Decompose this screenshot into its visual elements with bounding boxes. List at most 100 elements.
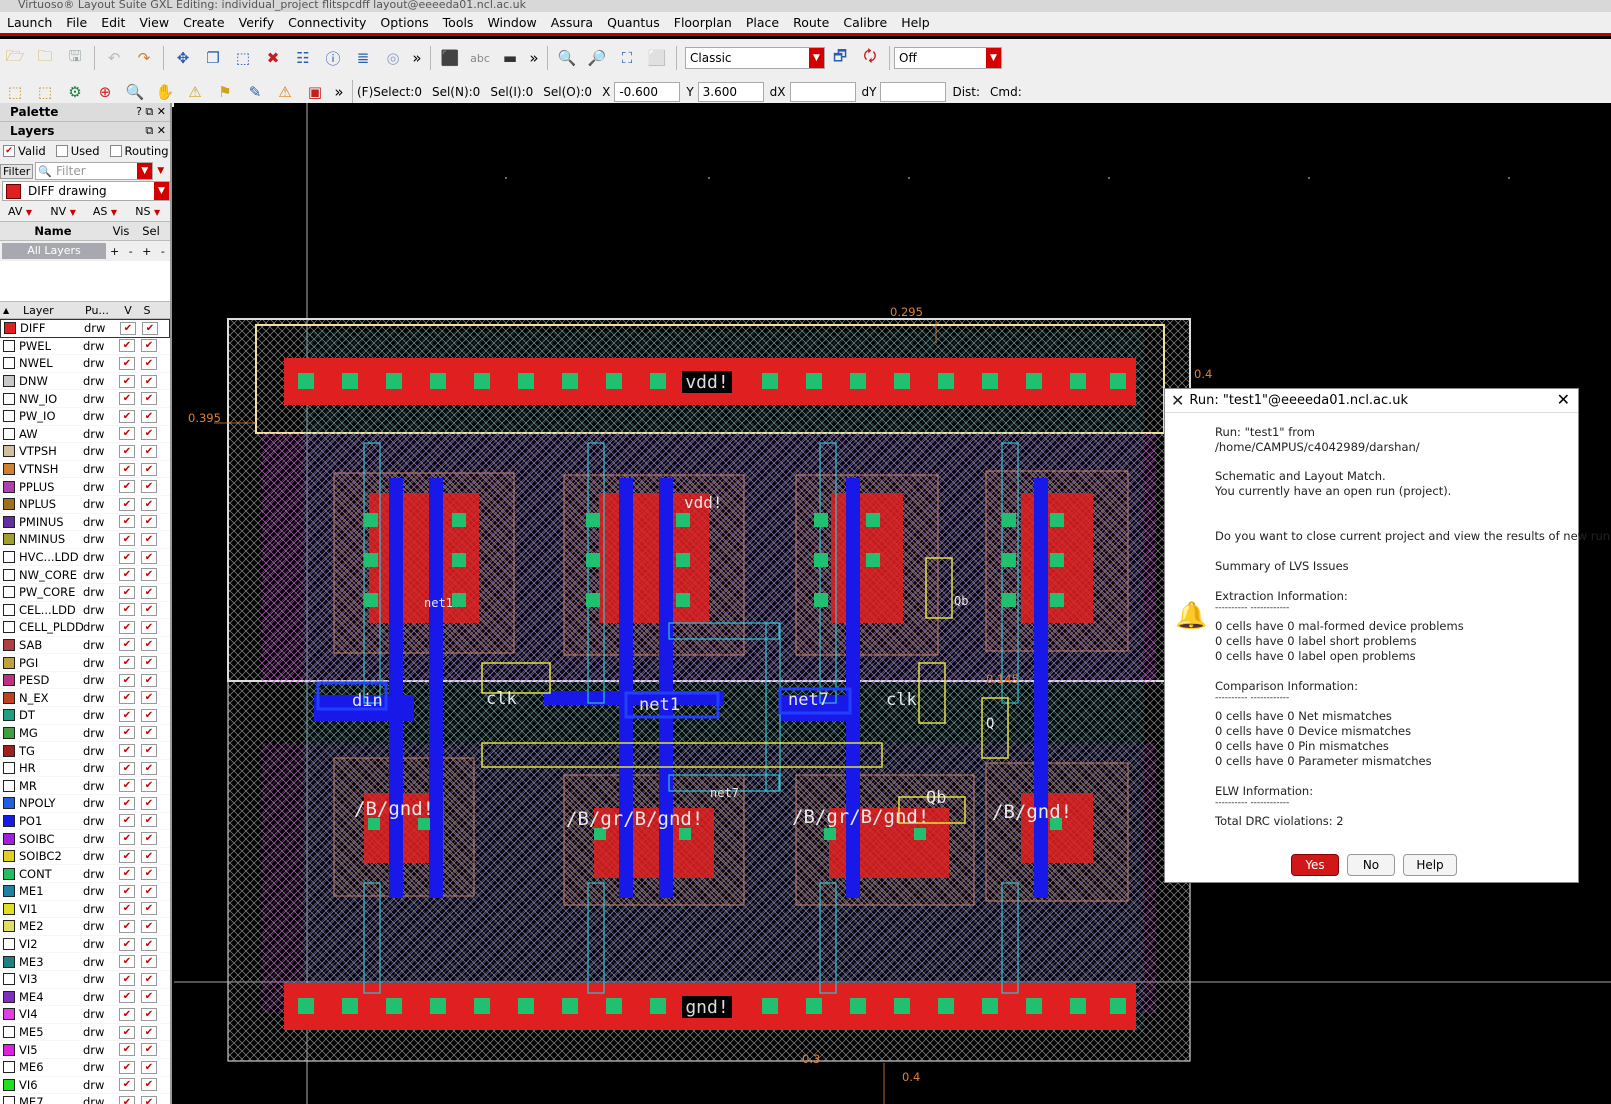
layer-row[interactable]: TG drw ✔ ✔ [0,742,170,760]
layer-selectable-checkbox[interactable]: ✔ [141,919,157,933]
none-selectable-button[interactable]: NS ▼ [131,205,170,218]
palette-window-buttons[interactable]: ? ⧉ ✕ [136,103,166,121]
create-pin-icon[interactable]: ▬ [497,45,523,71]
layer-selectable-checkbox[interactable]: ✔ [141,673,157,687]
crosshair-icon[interactable]: ⊕ [92,79,118,105]
chevron-down-icon[interactable]: ▼ [137,163,153,179]
current-layer-select[interactable]: DIFF drawing ▼ [2,181,170,201]
layer-selectable-checkbox[interactable]: ✔ [141,392,157,406]
chevron-down-icon[interactable]: ▼ [809,48,824,68]
layer-row[interactable]: NPLUS drw ✔ ✔ [0,496,170,514]
annotate-icon[interactable]: ✎ [242,79,268,105]
layer-selectable-checkbox[interactable]: ✔ [141,356,157,370]
layer-selectable-checkbox[interactable]: ✔ [141,937,157,951]
layer-selectable-checkbox[interactable]: ✔ [141,550,157,564]
layer-row[interactable]: ME1 drw ✔ ✔ [0,883,170,901]
layer-visible-checkbox[interactable]: ✔ [119,867,135,881]
layer-visible-checkbox[interactable]: ✔ [119,480,135,494]
layer-selectable-checkbox[interactable]: ✔ [141,1007,157,1021]
dx-field[interactable] [789,82,856,102]
layer-row[interactable]: ME5 drw ✔ ✔ [0,1024,170,1042]
routing-checkbox[interactable] [109,145,122,157]
stop-icon[interactable]: ✋ [152,79,178,105]
menu-verify[interactable]: Verify [232,13,281,33]
layer-visible-checkbox[interactable]: ✔ [119,902,135,916]
layer-visible-checkbox[interactable]: ✔ [119,339,135,353]
save-icon[interactable]: 🖫 [62,45,88,71]
probe-icon[interactable]: 🔍 [122,79,148,105]
dy-field[interactable] [880,82,947,102]
layer-visible-checkbox[interactable]: ✔ [119,1007,135,1021]
layer-selectable-checkbox[interactable]: ✔ [141,744,157,758]
layer-visible-checkbox[interactable]: ✔ [119,673,135,687]
layer-visible-checkbox[interactable]: ✔ [119,691,135,705]
layer-row[interactable]: MG drw ✔ ✔ [0,725,170,743]
layer-selectable-checkbox[interactable]: ✔ [141,832,157,846]
chevron-down-icon[interactable]: ▼ [986,48,1001,68]
layer-visible-checkbox[interactable]: ✔ [119,620,135,634]
layer-selectable-checkbox[interactable]: ✔ [141,497,157,511]
layer-row[interactable]: PWEL drw ✔ ✔ [0,338,170,356]
layer-selectable-checkbox[interactable]: ✔ [141,691,157,705]
all-layers-item[interactable]: All Layers [2,243,106,259]
open-folder-icon[interactable]: 🗁 [2,45,28,71]
layer-visible-checkbox[interactable]: ✔ [119,849,135,863]
filter-menu-icon[interactable]: ▼ [157,166,164,176]
layer-row[interactable]: ME2 drw ✔ ✔ [0,918,170,936]
layer-visible-checkbox[interactable]: ✔ [119,972,135,986]
layer-selectable-checkbox[interactable]: ✔ [141,955,157,969]
layer-selectable-checkbox[interactable]: ✔ [141,515,157,529]
purpose-col-header[interactable]: Pu... [85,304,117,317]
layer-selectable-checkbox[interactable]: ✔ [141,1043,157,1057]
layer-visible-checkbox[interactable]: ✔ [119,550,135,564]
layer-visible-checkbox[interactable]: ✔ [119,744,135,758]
menu-calibre[interactable]: Calibre [836,13,894,33]
layer-visible-checkbox[interactable]: ✔ [119,374,135,388]
layer-visible-checkbox[interactable]: ✔ [119,568,135,582]
valid-checkbox[interactable]: ✔ [3,145,15,157]
layer-row[interactable]: AW drw ✔ ✔ [0,426,170,444]
layer-visible-checkbox[interactable]: ✔ [119,638,135,652]
layer-row[interactable]: NPOLY drw ✔ ✔ [0,795,170,813]
layer-row[interactable]: VI4 drw ✔ ✔ [0,1006,170,1024]
layer-selectable-checkbox[interactable]: ✔ [141,972,157,986]
layer-selectable-checkbox[interactable]: ✔ [141,779,157,793]
layer-selectable-checkbox[interactable]: ✔ [141,884,157,898]
layer-row[interactable]: PGI drw ✔ ✔ [0,654,170,672]
layer-visible-checkbox[interactable]: ✔ [119,427,135,441]
layer-visible-checkbox[interactable]: ✔ [119,497,135,511]
layer-visible-checkbox[interactable]: ✔ [119,937,135,951]
layer-visible-checkbox[interactable]: ✔ [119,919,135,933]
layer-row[interactable]: ME6 drw ✔ ✔ [0,1059,170,1077]
layer-row[interactable]: MR drw ✔ ✔ [0,777,170,796]
menu-file[interactable]: File [59,13,94,33]
workspace-save-icon[interactable]: 🗗 [827,45,853,71]
layer-row[interactable]: VTNSH drw ✔ ✔ [0,461,170,479]
layer-visible-checkbox[interactable]: ✔ [120,321,136,335]
move-icon[interactable]: ✥ [170,45,196,71]
toolbar-overflow-3-icon[interactable]: » [332,79,346,105]
zoom-in-icon[interactable]: 🔍 [554,45,580,71]
menu-connectivity[interactable]: Connectivity [281,13,373,33]
layer-selectable-checkbox[interactable]: ✔ [141,796,157,810]
filter-input[interactable]: 🔍 Filter ▼ [35,162,154,180]
layer-row[interactable]: VI2 drw ✔ ✔ [0,936,170,954]
layer-selectable-checkbox[interactable]: ✔ [141,761,157,775]
layer-selectable-checkbox[interactable]: ✔ [142,321,158,335]
all-visible-button[interactable]: AV ▼ [0,205,46,218]
layer-visible-checkbox[interactable]: ✔ [119,708,135,722]
layer-row[interactable]: DNW drw ✔ ✔ [0,373,170,391]
menu-tools[interactable]: Tools [436,13,481,33]
stretch-icon[interactable]: ⬚ [230,45,256,71]
layer-selectable-checkbox[interactable]: ✔ [141,902,157,916]
layer-row[interactable]: PW_CORE drw ✔ ✔ [0,584,170,602]
redo-icon[interactable]: ↷ [131,45,157,71]
layer-visible-checkbox[interactable]: ✔ [119,832,135,846]
menu-help[interactable]: Help [894,13,937,33]
layer-row[interactable]: PPLUS drw ✔ ✔ [0,478,170,496]
markers-dropdown-icon[interactable]: ▣ [302,79,328,105]
layer-row[interactable]: HR drw ✔ ✔ [0,760,170,778]
marker-icon[interactable]: ⚑ [212,79,238,105]
layer-row[interactable]: NMINUS drw ✔ ✔ [0,531,170,549]
layer-row[interactable]: PESD drw ✔ ✔ [0,672,170,690]
